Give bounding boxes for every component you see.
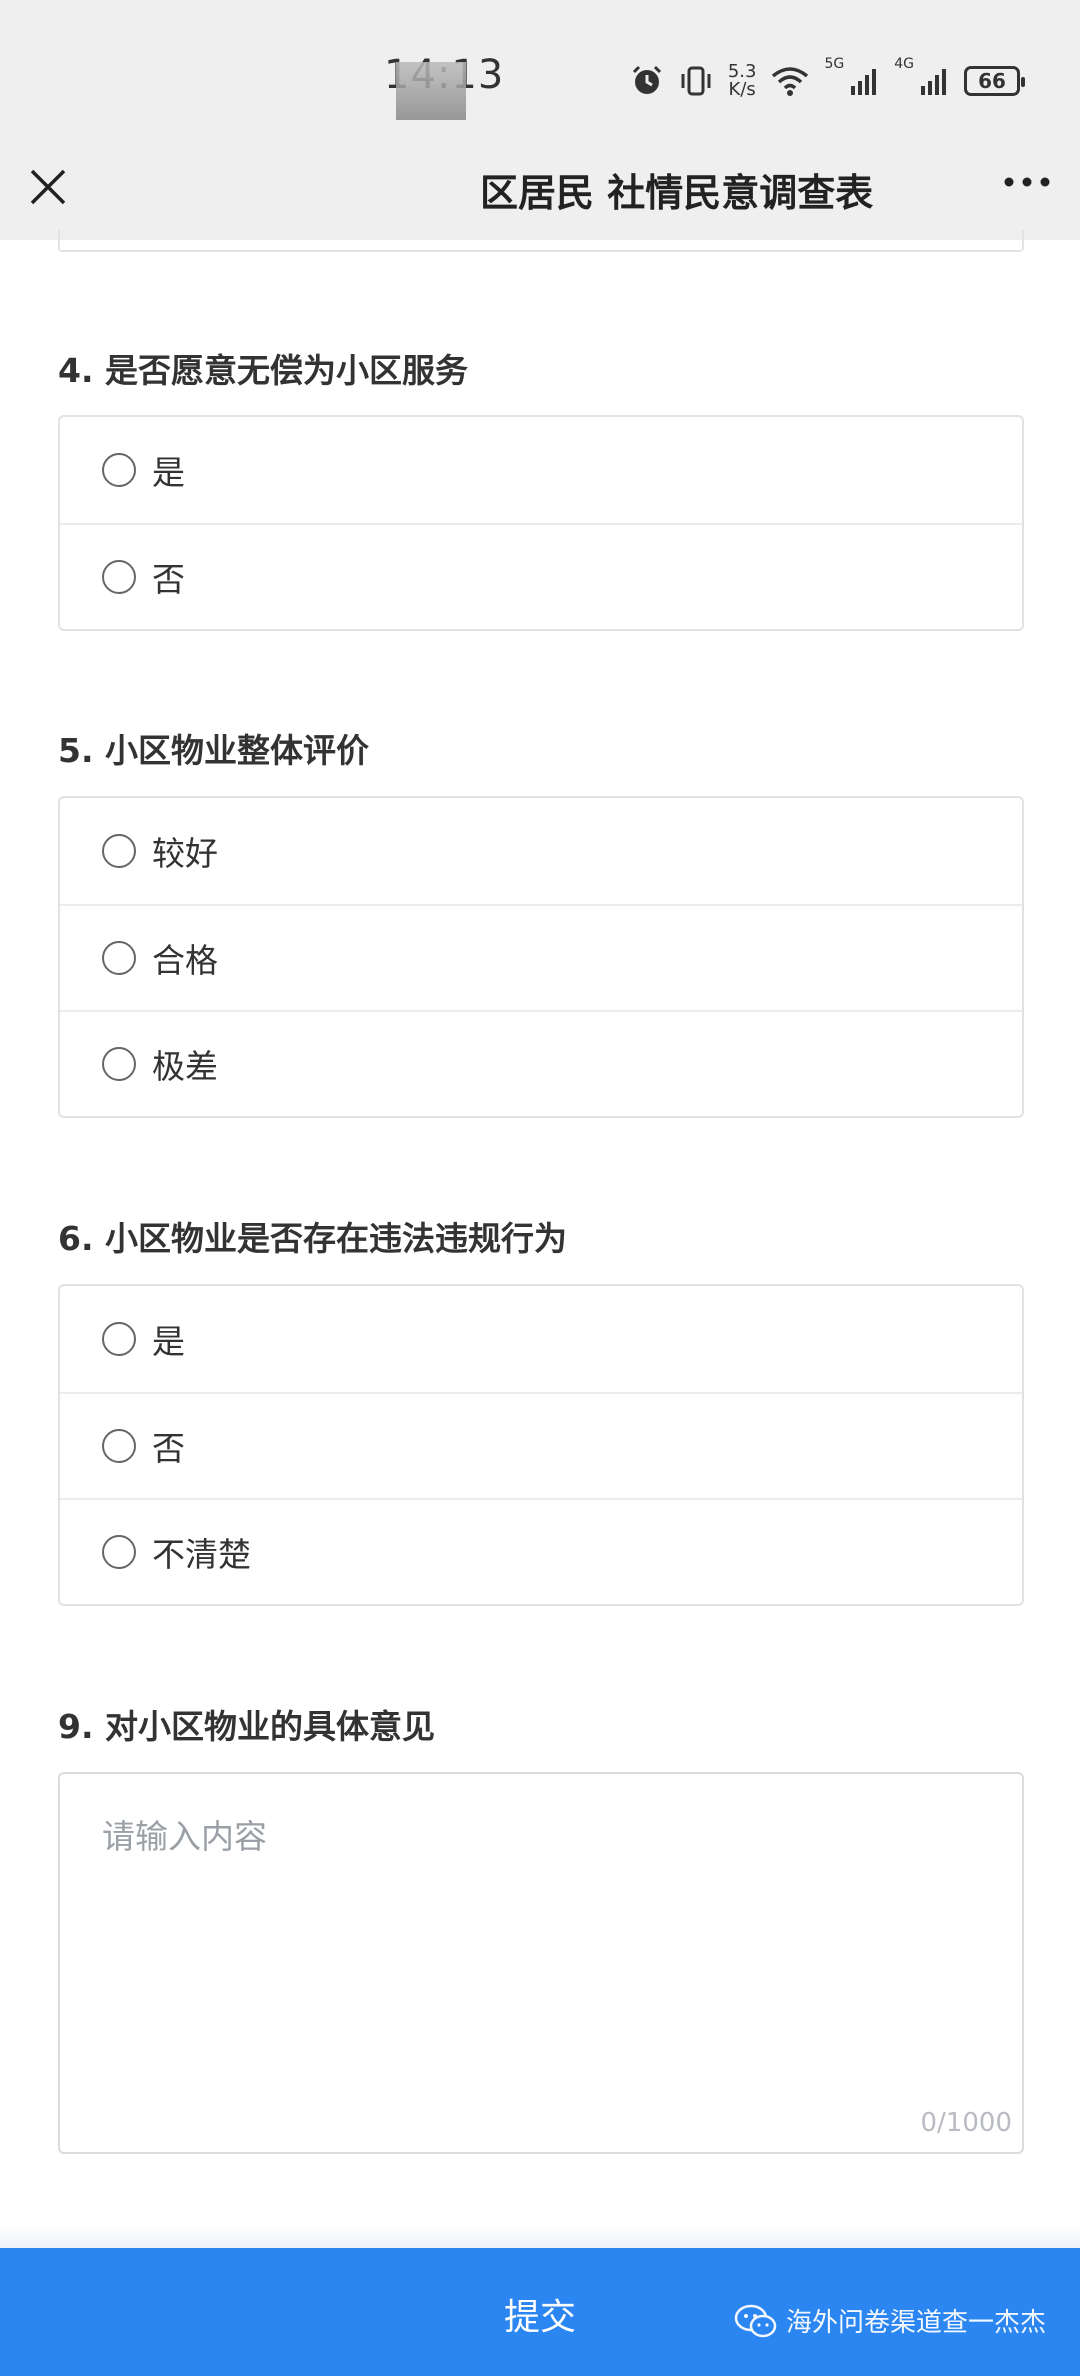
radio-icon[interactable] (102, 1535, 136, 1569)
opinion-textarea[interactable] (60, 1774, 1022, 2152)
net-speed-unit: K/s (728, 79, 756, 100)
wechat-icon (734, 2304, 777, 2337)
more-icon[interactable] (1002, 172, 1052, 192)
status-bar: 14:13 5.3 K/s 5G (0, 0, 1080, 150)
signal-icon-1 (851, 69, 877, 95)
option-label: 较好 (152, 834, 218, 873)
radio-icon[interactable] (102, 1322, 136, 1356)
radio-icon[interactable] (102, 453, 136, 487)
option-label: 极差 (152, 1047, 218, 1086)
option-label: 不清楚 (152, 1535, 251, 1574)
question-title: 6. 小区物业是否存在违法违规行为 (58, 1219, 567, 1258)
radio-icon[interactable] (102, 834, 136, 868)
radio-icon[interactable] (102, 1429, 136, 1463)
sig2-label: 4G (894, 56, 914, 72)
close-icon[interactable] (26, 165, 70, 209)
option-label: 合格 (152, 941, 218, 980)
wifi-icon (772, 67, 809, 96)
option-item[interactable]: 不清楚 (60, 1498, 1022, 1604)
option-item[interactable]: 否 (60, 523, 1022, 629)
nav-bar: 区居民 社情民意调查表 (0, 150, 1080, 240)
option-label: 否 (152, 560, 185, 599)
char-count: 0/1000 (920, 2108, 1012, 2138)
option-label: 是 (152, 1322, 185, 1361)
option-item[interactable]: 极差 (60, 1010, 1022, 1116)
submit-button[interactable]: 提交 海外问卷渠道查一杰杰 (0, 2248, 1080, 2376)
radio-icon[interactable] (102, 560, 136, 594)
option-label: 是 (152, 453, 185, 492)
option-item[interactable]: 是 (60, 417, 1022, 523)
radio-icon[interactable] (102, 1047, 136, 1081)
survey-page: 14:13 5.3 K/s 5G (0, 0, 1080, 2376)
opinion-textarea-box: 0/1000 (58, 1772, 1024, 2154)
option-item[interactable]: 较好 (60, 798, 1022, 904)
battery-indicator: 66 (964, 66, 1025, 96)
vibrate-icon (681, 66, 711, 96)
options-group: 是 否 (58, 415, 1024, 631)
sig1-label: 5G (824, 56, 845, 72)
bottom-shadow (0, 2226, 1080, 2248)
previous-options-edge (58, 230, 1024, 252)
option-label: 否 (152, 1429, 185, 1468)
option-item[interactable]: 否 (60, 1392, 1022, 1498)
status-icons: 5.3 K/s 5G 4G 66 (630, 56, 1025, 106)
redaction-overlay (396, 62, 466, 120)
radio-icon[interactable] (102, 941, 136, 975)
options-group: 是 否 不清楚 (58, 1284, 1024, 1606)
page-title: 区居民 社情民意调查表 (480, 171, 874, 215)
question-title: 9. 对小区物业的具体意见 (58, 1707, 435, 1746)
watermark-text: 海外问卷渠道查一杰杰 (785, 2308, 1046, 2338)
watermark: 海外问卷渠道查一杰杰 (734, 2302, 1046, 2339)
signal-icon-2 (921, 69, 946, 95)
question-title: 5. 小区物业整体评价 (58, 731, 369, 770)
question-title: 4. 是否愿意无偿为小区服务 (58, 351, 468, 390)
option-item[interactable]: 是 (60, 1286, 1022, 1392)
options-group: 较好 合格 极差 (58, 796, 1024, 1118)
net-speed: 5.3 K/s (728, 63, 757, 99)
alarm-icon (632, 65, 661, 94)
option-item[interactable]: 合格 (60, 904, 1022, 1010)
